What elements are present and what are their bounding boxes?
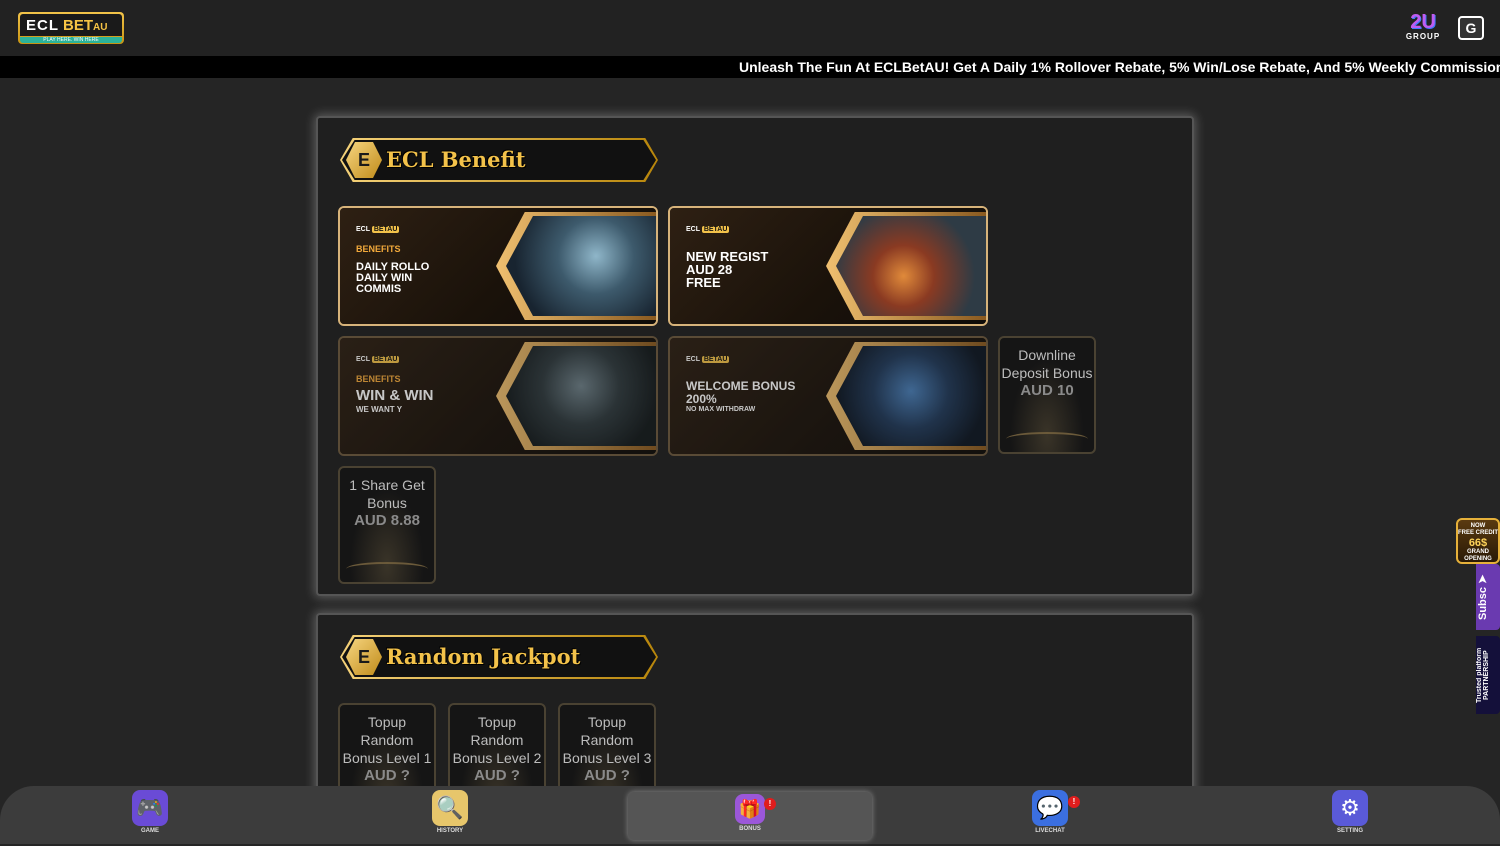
gift-icon: 🎁	[735, 794, 765, 824]
benefit-panel: E ECL Benefit ECL BETAU BENEFITS DAILY R…	[316, 116, 1194, 596]
logo-ecl-text: ECL	[26, 16, 59, 34]
benefit-card-daily-rollover[interactable]: ECL BETAU BENEFITS DAILY ROLLO DAILY WIN…	[338, 206, 658, 326]
free-credit-badge[interactable]: NOW FREE CREDIT 66$ GRAND OPENING	[1456, 518, 1500, 564]
trusted-platform-tab[interactable]: Trusted platform PARTNERSHIP	[1476, 636, 1500, 714]
card-mini-logo: ECL BETAU	[356, 356, 400, 363]
2u-group-partner-logo[interactable]: 2U GROUP	[1400, 12, 1446, 44]
history-icon: 🔍	[432, 790, 468, 826]
nav-item-game[interactable]: 🎮 GAME	[110, 790, 190, 842]
card-mini-logo: ECL BETAU	[686, 226, 730, 233]
nav-item-history[interactable]: 🔍 HISTORY	[410, 790, 490, 842]
logo-tagline: PLAY HERE. WIN HERE	[20, 37, 122, 43]
game-icon: 🎮	[132, 790, 168, 826]
benefit-card-win-and-win[interactable]: ECL BETAU BENEFITS WIN & WIN WE WANT Y	[338, 336, 658, 456]
announcement-marquee: Unleash The Fun At ECLBetAU! Get A Daily…	[0, 56, 1500, 78]
livechat-notification-badge: !	[1068, 796, 1080, 808]
chat-icon: 💬	[1032, 790, 1068, 826]
side-promo: NOW FREE CREDIT 66$ GRAND OPENING Subsc …	[1456, 518, 1500, 714]
bottom-navigation: 🎮 GAME 🔍 HISTORY 🎁 BONUS ! 💬 LIVECHAT ! …	[0, 786, 1500, 844]
jackpot-panel: E Random Jackpot Topup Random Bonus Leve…	[316, 613, 1194, 821]
gear-icon: ⚙	[1332, 790, 1368, 826]
logo-bet-text: BETAU	[63, 16, 108, 34]
section-title-benefit: E ECL Benefit	[340, 138, 658, 182]
benefit-card-welcome-bonus[interactable]: ECL BETAU WELCOME BONUS 200% NO MAX WITH…	[668, 336, 988, 456]
section-title-jackpot: E Random Jackpot	[340, 635, 658, 679]
share-bonus-tile[interactable]: 1 Share Get Bonus AUD 8.88	[338, 466, 436, 584]
translate-icon[interactable]: G	[1458, 16, 1484, 40]
bonus-notification-badge: !	[764, 798, 776, 810]
card-mini-logo: ECL BETAU	[686, 356, 730, 363]
nav-item-livechat[interactable]: 💬 LIVECHAT !	[1010, 790, 1090, 842]
nav-item-bonus[interactable]: 🎁 BONUS !	[710, 794, 790, 846]
top-bar: ECL BETAU PLAY HERE. WIN HERE 2U GROUP G	[0, 0, 1500, 56]
marquee-text: Unleash The Fun At ECLBetAU! Get A Daily…	[739, 59, 1500, 75]
subscribe-tab[interactable]: Subsc ➤	[1476, 564, 1500, 630]
card-mini-logo: ECL BETAU	[356, 226, 400, 233]
ecl-bet-au-logo[interactable]: ECL BETAU PLAY HERE. WIN HERE	[18, 12, 124, 44]
benefit-card-new-register[interactable]: ECL BETAU NEW REGIST AUD 28 FREE	[668, 206, 988, 326]
nav-item-setting[interactable]: ⚙ SETTING	[1310, 790, 1390, 842]
downline-deposit-bonus-tile[interactable]: Downline Deposit Bonus AUD 10	[998, 336, 1096, 454]
